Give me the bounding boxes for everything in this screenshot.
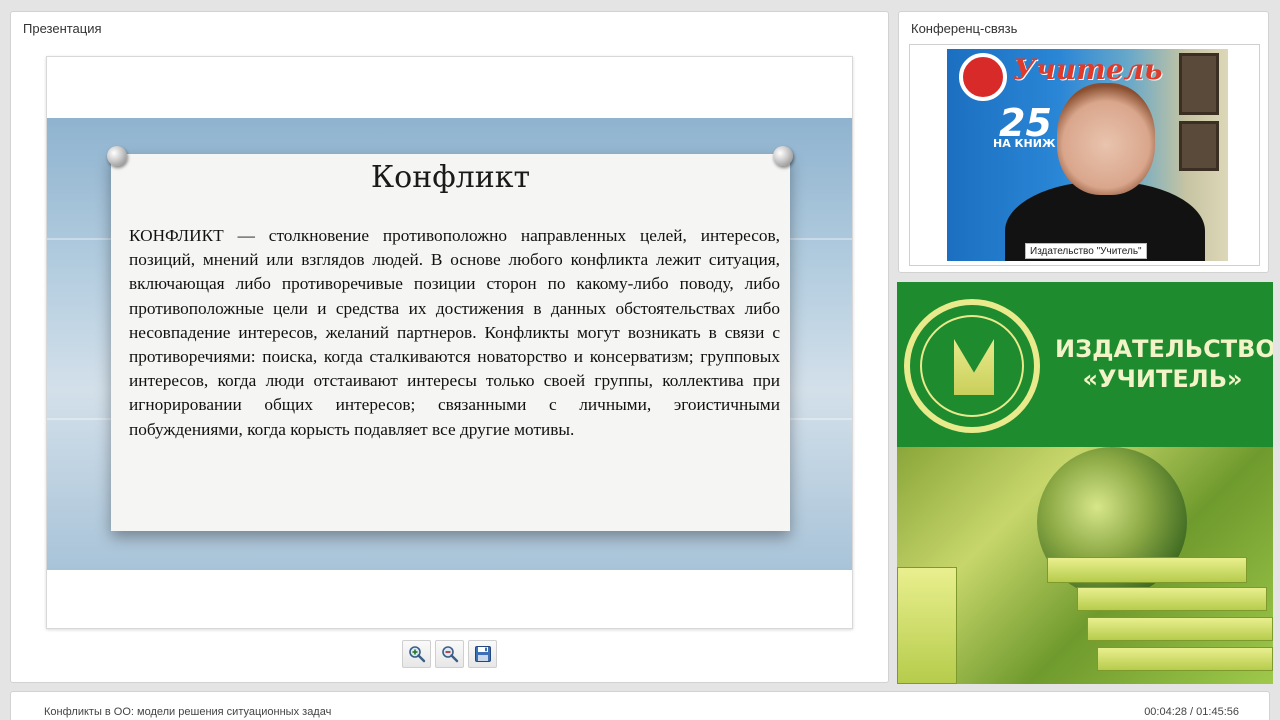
slide-title: Конфликт [370, 160, 531, 195]
book-image [1077, 587, 1267, 611]
video-banner-text: Учитель [1013, 53, 1163, 86]
banner-top: ИЗДАТЕЛЬСТВО «УЧИТЕЛЬ» [897, 282, 1273, 447]
slide-frame: Конфликт КОНФЛИКТ — столкновение противо… [46, 56, 853, 629]
publisher-logo-icon [959, 53, 1007, 101]
slide-paper-card: Конфликт КОНФЛИКТ — столкновение противо… [111, 154, 790, 531]
wall-picture [1179, 53, 1219, 115]
emblem-inner-ring [920, 315, 1024, 417]
footer-bar: Конфликты в ОО: модели решения ситуацион… [10, 691, 1270, 720]
slide-background: Конфликт КОНФЛИКТ — столкновение противо… [47, 118, 852, 570]
publisher-banner: ИЗДАТЕЛЬСТВО «УЧИТЕЛЬ» [897, 282, 1273, 684]
conference-panel: Конференц-связь Учитель 25 НА КНИЖ Издат… [898, 11, 1269, 273]
pushpin-icon [773, 146, 793, 166]
slide-toolbar [402, 640, 497, 668]
floppy-disk-icon [474, 646, 491, 662]
book-image [1087, 617, 1273, 641]
slide-body-text: КОНФЛИКТ — столкновение противоположно н… [129, 226, 780, 439]
pushpin-icon [107, 146, 127, 166]
presentation-panel: Презентация Конфликт КОНФЛИКТ — столкнов… [10, 11, 889, 683]
playback-time: 00:04:28 / 01:45:56 [1144, 706, 1239, 718]
conference-panel-title: Конференц-связь [911, 21, 1018, 36]
video-banner-subtext: НА КНИЖ [993, 137, 1056, 150]
zoom-out-icon [441, 646, 458, 663]
zoom-in-button[interactable] [402, 640, 431, 668]
publisher-name-line1: ИЗДАТЕЛЬСТВО [1055, 335, 1273, 363]
webinar-title: Конфликты в ОО: модели решения ситуацион… [44, 706, 332, 718]
video-caption: Издательство "Учитель" [1025, 243, 1147, 259]
publisher-emblem-icon [904, 299, 1040, 433]
book-image [1097, 647, 1273, 671]
books-globe-image [897, 447, 1273, 684]
zoom-out-button[interactable] [435, 640, 464, 668]
publisher-name-line2: «УЧИТЕЛЬ» [1082, 365, 1243, 393]
save-button[interactable] [468, 640, 497, 668]
wall-picture [1179, 121, 1219, 171]
book-image [1047, 557, 1247, 583]
publisher-name: ИЗДАТЕЛЬСТВО «УЧИТЕЛЬ» [1055, 334, 1273, 394]
book-image [897, 567, 957, 684]
zoom-in-icon [408, 646, 425, 663]
presentation-panel-title: Презентация [23, 21, 102, 36]
webcam-video[interactable]: Учитель 25 НА КНИЖ Издательство "Учитель… [947, 49, 1228, 261]
presenter-head [1057, 83, 1155, 195]
emblem-glyph [954, 339, 994, 395]
video-frame: Учитель 25 НА КНИЖ Издательство "Учитель… [909, 44, 1260, 266]
